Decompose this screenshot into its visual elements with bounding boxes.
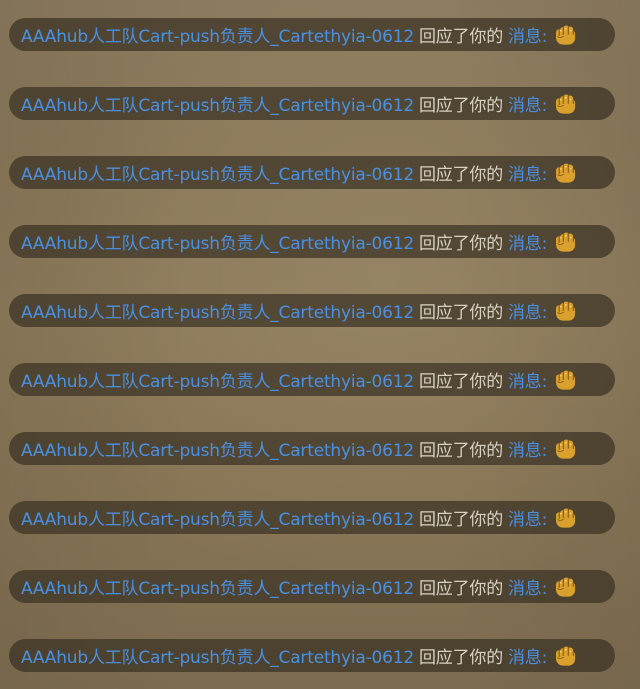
notification-action-text: 回应了你的 <box>419 27 503 47</box>
notification-action-text: 回应了你的 <box>419 165 503 185</box>
notification-username[interactable]: AAAhub人工队Cart-push负责人_Cartethyia-0612 <box>21 505 414 530</box>
notification-item[interactable]: AAAhub人工队Cart-push负责人_Cartethyia-0612 回应… <box>9 18 615 51</box>
notification-item[interactable]: AAAhub人工队Cart-push负责人_Cartethyia-0612 回应… <box>9 294 615 327</box>
notification-username[interactable]: AAAhub人工队Cart-push负责人_Cartethyia-0612 <box>21 643 414 668</box>
notification-username[interactable]: AAAhub人工队Cart-push负责人_Cartethyia-0612 <box>21 574 414 599</box>
punch-icon <box>553 231 577 253</box>
notification-username[interactable]: AAAhub人工队Cart-push负责人_Cartethyia-0612 <box>21 298 414 323</box>
punch-icon <box>553 576 577 598</box>
notification-action-text: 回应了你的 <box>419 648 503 668</box>
notification-action-text: 回应了你的 <box>419 579 503 599</box>
notification-username[interactable]: AAAhub人工队Cart-push负责人_Cartethyia-0612 <box>21 22 414 47</box>
notification-action-text: 回应了你的 <box>419 510 503 530</box>
punch-icon <box>553 438 577 460</box>
notification-item[interactable]: AAAhub人工队Cart-push负责人_Cartethyia-0612 回应… <box>9 501 615 534</box>
notification-message-link[interactable]: 消息: <box>508 298 547 323</box>
notification-list: AAAhub人工队Cart-push负责人_Cartethyia-0612 回应… <box>9 18 615 672</box>
notification-item[interactable]: AAAhub人工队Cart-push负责人_Cartethyia-0612 回应… <box>9 639 615 672</box>
notification-message-link[interactable]: 消息: <box>508 160 547 185</box>
notification-message-link[interactable]: 消息: <box>508 436 547 461</box>
notification-username[interactable]: AAAhub人工队Cart-push负责人_Cartethyia-0612 <box>21 229 414 254</box>
punch-icon <box>553 162 577 184</box>
notification-action-text: 回应了你的 <box>419 372 503 392</box>
punch-icon <box>553 507 577 529</box>
notification-action-text: 回应了你的 <box>419 234 503 254</box>
notification-action-text: 回应了你的 <box>419 441 503 461</box>
punch-icon <box>553 645 577 667</box>
notification-message-link[interactable]: 消息: <box>508 91 547 116</box>
notification-item[interactable]: AAAhub人工队Cart-push负责人_Cartethyia-0612 回应… <box>9 570 615 603</box>
punch-icon <box>553 24 577 46</box>
notification-username[interactable]: AAAhub人工队Cart-push负责人_Cartethyia-0612 <box>21 436 414 461</box>
notification-action-text: 回应了你的 <box>419 303 503 323</box>
notification-item[interactable]: AAAhub人工队Cart-push负责人_Cartethyia-0612 回应… <box>9 432 615 465</box>
notification-action-text: 回应了你的 <box>419 96 503 116</box>
notification-message-link[interactable]: 消息: <box>508 229 547 254</box>
punch-icon <box>553 300 577 322</box>
notification-message-link[interactable]: 消息: <box>508 505 547 530</box>
notification-username[interactable]: AAAhub人工队Cart-push负责人_Cartethyia-0612 <box>21 367 414 392</box>
notification-message-link[interactable]: 消息: <box>508 22 547 47</box>
punch-icon <box>553 93 577 115</box>
notification-item[interactable]: AAAhub人工队Cart-push负责人_Cartethyia-0612 回应… <box>9 156 615 189</box>
notification-item[interactable]: AAAhub人工队Cart-push负责人_Cartethyia-0612 回应… <box>9 225 615 258</box>
notification-message-link[interactable]: 消息: <box>508 574 547 599</box>
notification-username[interactable]: AAAhub人工队Cart-push负责人_Cartethyia-0612 <box>21 91 414 116</box>
punch-icon <box>553 369 577 391</box>
notification-message-link[interactable]: 消息: <box>508 367 547 392</box>
notification-item[interactable]: AAAhub人工队Cart-push负责人_Cartethyia-0612 回应… <box>9 363 615 396</box>
notification-username[interactable]: AAAhub人工队Cart-push负责人_Cartethyia-0612 <box>21 160 414 185</box>
notification-message-link[interactable]: 消息: <box>508 643 547 668</box>
notification-item[interactable]: AAAhub人工队Cart-push负责人_Cartethyia-0612 回应… <box>9 87 615 120</box>
